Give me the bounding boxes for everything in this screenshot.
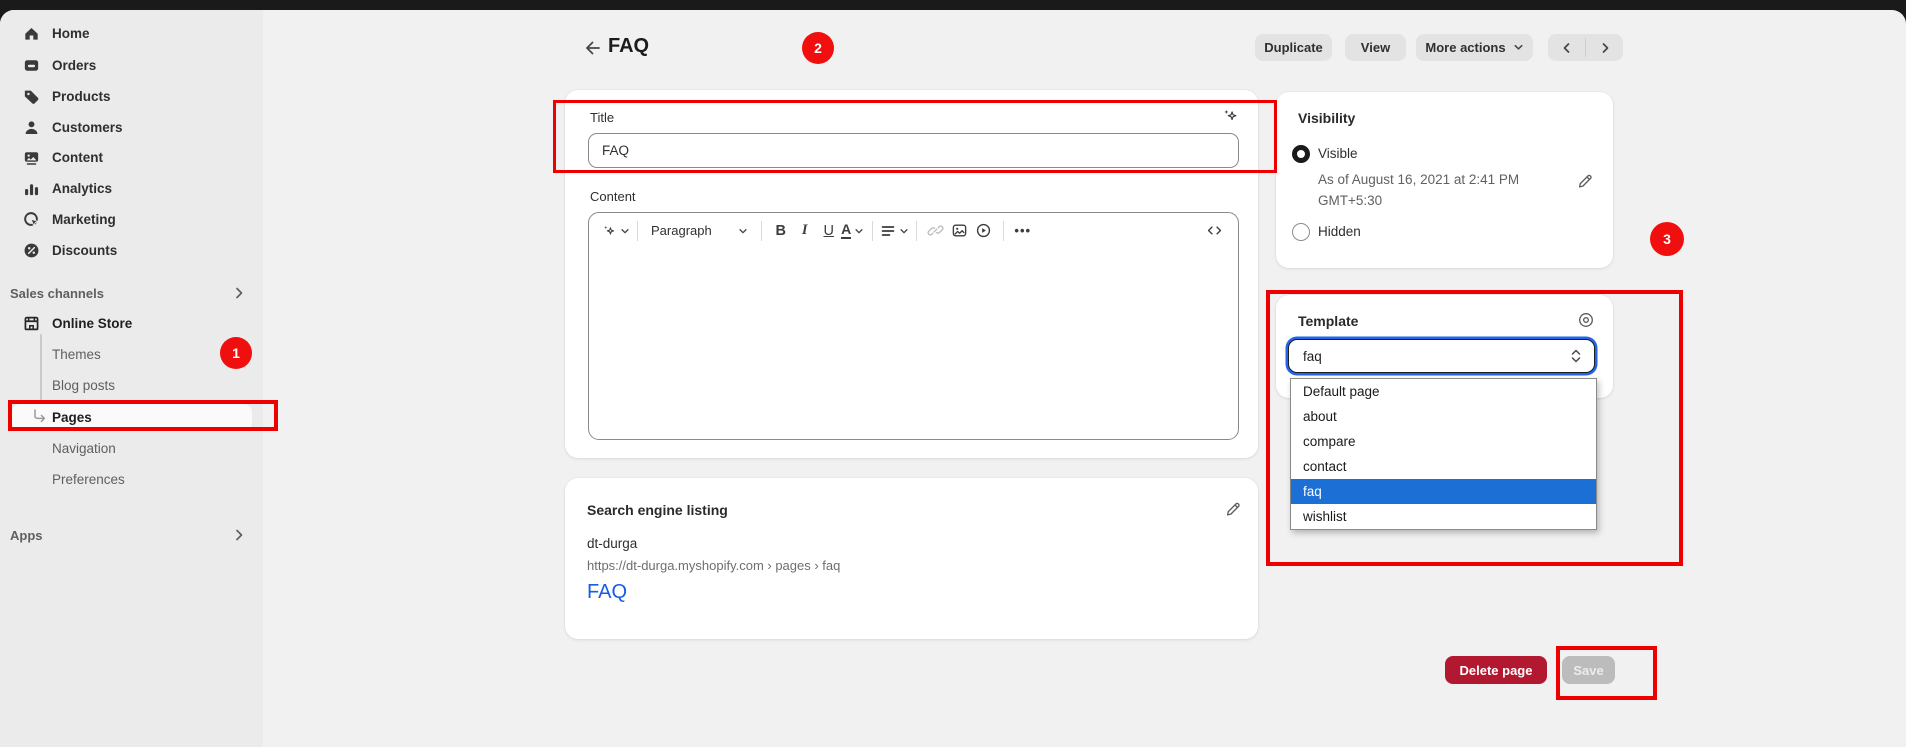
chevron-down-icon xyxy=(854,226,864,236)
seo-page-link[interactable]: FAQ xyxy=(587,581,627,604)
dropdown-option-wishlist[interactable]: wishlist xyxy=(1291,504,1596,529)
sidebar-item-themes[interactable]: Themes xyxy=(52,347,101,362)
nav-tree-line xyxy=(40,334,42,406)
content-rich-text-editor[interactable]: Paragraph B I U A xyxy=(588,212,1239,440)
sidebar-item-analytics[interactable]: Analytics xyxy=(12,175,252,201)
hidden-radio-label: Hidden xyxy=(1318,224,1361,239)
alignment-button[interactable] xyxy=(880,218,909,244)
apps-label: Apps xyxy=(10,528,43,543)
more-options-icon[interactable]: ••• xyxy=(1011,218,1035,244)
sidebar-item-pages-active[interactable]: Pages xyxy=(12,404,252,431)
back-arrow-icon[interactable] xyxy=(582,38,602,58)
visibility-date-note: As of August 16, 2021 at 2:41 PM GMT+5:3… xyxy=(1318,170,1570,212)
next-page-button[interactable] xyxy=(1586,34,1623,61)
visibility-edit-pencil-icon[interactable] xyxy=(1576,172,1594,190)
annotation-marker-2: 2 xyxy=(802,32,834,64)
analytics-icon xyxy=(22,179,41,198)
insert-image-icon[interactable] xyxy=(948,218,972,244)
editor-magic-icon[interactable] xyxy=(601,218,630,244)
previous-page-button[interactable] xyxy=(1548,34,1585,61)
toolbar-divider xyxy=(916,221,917,241)
content-field-label: Content xyxy=(590,189,636,204)
duplicate-button[interactable]: Duplicate xyxy=(1255,34,1332,61)
link-icon[interactable] xyxy=(924,218,948,244)
marketing-icon xyxy=(22,210,41,229)
insert-video-icon[interactable] xyxy=(972,218,996,244)
sidebar-item-orders[interactable]: Orders xyxy=(12,52,252,78)
title-input[interactable] xyxy=(588,133,1239,168)
orders-icon xyxy=(22,56,41,75)
annotation-marker-1: 1 xyxy=(220,337,252,369)
discounts-icon xyxy=(22,241,41,260)
select-updown-chevrons-icon xyxy=(1570,348,1582,364)
sidebar-item-blog-posts[interactable]: Blog posts xyxy=(52,378,115,393)
shopify-admin-window: Home Orders Products Customers Content A… xyxy=(0,0,1906,747)
dropdown-option-compare[interactable]: compare xyxy=(1291,429,1596,454)
template-heading: Template xyxy=(1298,313,1358,329)
top-bar xyxy=(0,0,1906,10)
sidebar-item-marketing[interactable]: Marketing xyxy=(12,206,252,232)
dropdown-option-faq-highlighted[interactable]: faq xyxy=(1291,479,1596,504)
magic-sparkle-icon[interactable] xyxy=(1221,107,1239,125)
view-button[interactable]: View xyxy=(1345,34,1406,61)
sales-channels-chevron-right-icon[interactable] xyxy=(232,286,246,300)
save-button-disabled[interactable]: Save xyxy=(1562,656,1615,684)
more-actions-button[interactable]: More actions xyxy=(1416,34,1533,61)
dropdown-option-contact[interactable]: contact xyxy=(1291,454,1596,479)
underline-button[interactable]: U xyxy=(817,218,841,244)
toolbar-divider xyxy=(1003,221,1004,241)
seo-heading: Search engine listing xyxy=(587,502,728,518)
dropdown-option-default-page[interactable]: Default page xyxy=(1291,379,1596,404)
visibility-heading: Visibility xyxy=(1298,110,1355,126)
sidebar-item-preferences[interactable]: Preferences xyxy=(52,472,125,487)
sidebar-item-customers[interactable]: Customers xyxy=(12,114,252,140)
text-color-button[interactable]: A xyxy=(841,218,865,244)
paragraph-style-dropdown[interactable]: Paragraph xyxy=(645,218,754,244)
delete-page-button[interactable]: Delete page xyxy=(1445,656,1547,684)
store-icon xyxy=(22,314,41,333)
chevron-down-icon xyxy=(899,226,909,236)
editor-content-area[interactable] xyxy=(589,248,1238,438)
products-icon xyxy=(22,87,41,106)
apps-chevron-right-icon[interactable] xyxy=(232,528,246,542)
title-field-label: Title xyxy=(590,110,614,125)
chevron-down-icon xyxy=(738,226,748,236)
hidden-radio-unselected[interactable] xyxy=(1292,223,1310,241)
template-preview-eye-icon[interactable] xyxy=(1577,311,1595,329)
home-icon xyxy=(22,24,41,43)
dropdown-option-about[interactable]: about xyxy=(1291,404,1596,429)
seo-site-name: dt-durga xyxy=(587,536,637,551)
template-selected-value: faq xyxy=(1303,349,1322,364)
bold-button[interactable]: B xyxy=(769,218,793,244)
sidebar-item-online-store[interactable]: Online Store xyxy=(12,310,252,336)
code-view-icon[interactable] xyxy=(1202,218,1226,244)
sidebar-item-products[interactable]: Products xyxy=(12,83,252,109)
annotation-marker-3: 3 xyxy=(1650,222,1684,256)
toolbar-divider xyxy=(761,221,762,241)
toolbar-divider xyxy=(872,221,873,241)
visible-radio-label: Visible xyxy=(1318,146,1358,161)
sales-channels-label: Sales channels xyxy=(10,286,104,301)
customers-icon xyxy=(22,118,41,137)
sidebar-item-discounts[interactable]: Discounts xyxy=(12,237,252,263)
template-dropdown-list: Default page about compare contact faq w… xyxy=(1290,378,1597,530)
template-select[interactable]: faq xyxy=(1288,339,1595,373)
seo-url-breadcrumb: https://dt-durga.myshopify.com › pages ›… xyxy=(587,558,840,573)
toolbar-divider xyxy=(637,221,638,241)
page-title: FAQ xyxy=(608,35,649,58)
editor-toolbar: Paragraph B I U A xyxy=(589,213,1238,248)
italic-button[interactable]: I xyxy=(793,218,817,244)
sidebar-item-home[interactable]: Home xyxy=(12,20,252,46)
sidebar-item-navigation[interactable]: Navigation xyxy=(52,441,116,456)
tree-corner-arrow-icon xyxy=(32,409,48,425)
chevron-down-icon xyxy=(1513,42,1524,53)
visible-radio-selected[interactable] xyxy=(1292,145,1310,163)
seo-edit-pencil-icon[interactable] xyxy=(1224,500,1242,518)
sidebar-item-content[interactable]: Content xyxy=(12,144,252,170)
record-pager xyxy=(1548,34,1623,61)
content-icon xyxy=(22,148,41,167)
